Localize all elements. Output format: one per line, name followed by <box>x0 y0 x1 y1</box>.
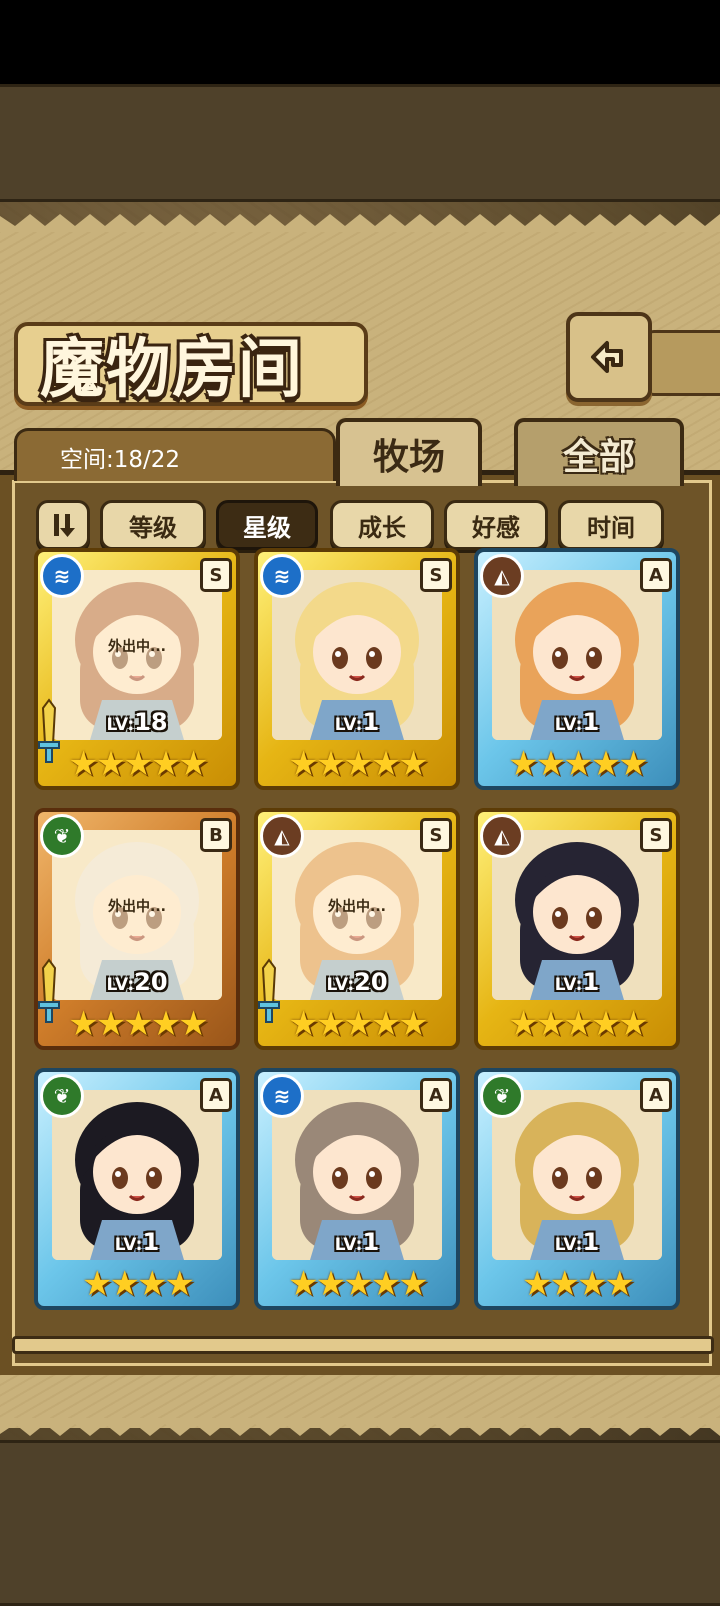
level-label: LV:20 <box>254 968 460 996</box>
zigzag-edge-top <box>0 214 720 232</box>
level-value: 1 <box>362 708 380 736</box>
level-label: LV:1 <box>254 708 460 736</box>
page-title: 魔物房间 <box>40 332 304 407</box>
level-value: 1 <box>582 708 600 736</box>
water-element-icon: ≋ <box>260 1074 304 1118</box>
tab-all[interactable]: 全部 <box>514 418 684 486</box>
water-element-icon: ≋ <box>260 554 304 598</box>
star-rating: ★★★★ <box>82 1264 195 1304</box>
level-prefix: LV: <box>106 975 135 995</box>
status-bar <box>0 0 720 84</box>
level-label: LV:1 <box>34 1228 240 1256</box>
earth-element-icon: ◭ <box>480 814 524 858</box>
star-rating: ★★★★★ <box>508 1004 648 1044</box>
rank-badge: S <box>200 558 232 592</box>
zigzag-edge-bottom <box>0 1418 720 1436</box>
monster-card[interactable]: ◭ S LV:1 ★★★★★ <box>474 808 680 1050</box>
rank-badge: A <box>200 1078 232 1112</box>
away-status-label: 外出中... <box>108 639 166 655</box>
level-label: LV:1 <box>254 1228 460 1256</box>
rank-badge: S <box>640 818 672 852</box>
sort-order-icon <box>54 514 75 537</box>
earth-element-icon: ◭ <box>480 554 524 598</box>
star-rating: ★★★★★ <box>288 1264 428 1304</box>
level-prefix: LV: <box>334 715 363 735</box>
level-value: 1 <box>362 1228 380 1256</box>
leaf-element-icon: ❦ <box>40 814 84 858</box>
level-prefix: LV: <box>326 975 355 995</box>
level-prefix: LV: <box>114 1235 143 1255</box>
level-value: 20 <box>354 968 388 996</box>
level-value: 1 <box>582 968 600 996</box>
rank-badge: S <box>420 558 452 592</box>
level-prefix: LV: <box>554 1235 583 1255</box>
bottom-map-band <box>0 1440 720 1606</box>
sort-affection-button[interactable]: 好感 <box>444 500 548 550</box>
rank-badge: S <box>420 818 452 852</box>
star-rating: ★★★★★ <box>508 744 648 784</box>
sort-star-button[interactable]: 星级 <box>216 500 318 550</box>
star-rating: ★★★★★ <box>288 1004 428 1044</box>
rank-badge: A <box>420 1078 452 1112</box>
earth-element-icon: ◭ <box>260 814 304 858</box>
level-value: 20 <box>134 968 168 996</box>
back-button-rail <box>644 330 720 396</box>
tab-ranch[interactable]: 牧场 <box>336 418 482 486</box>
rank-badge: A <box>640 1078 672 1112</box>
star-rating: ★★★★★ <box>288 744 428 784</box>
sort-level-button[interactable]: 等级 <box>100 500 206 550</box>
top-map-band <box>0 84 720 202</box>
star-rating: ★★★★ <box>522 1264 635 1304</box>
level-prefix: LV: <box>554 975 583 995</box>
level-label: LV:1 <box>474 708 680 736</box>
level-value: 1 <box>142 1228 160 1256</box>
monster-card[interactable]: ≋ S LV:1 ★★★★★ <box>254 548 460 790</box>
rank-badge: B <box>200 818 232 852</box>
monster-card[interactable]: ◭ A LV:1 ★★★★★ <box>474 548 680 790</box>
star-rating: ★★★★★ <box>68 1004 208 1044</box>
level-value: 1 <box>582 1228 600 1256</box>
sort-order-button[interactable] <box>36 500 90 550</box>
rank-badge: A <box>640 558 672 592</box>
return-arrow-icon <box>591 341 623 373</box>
monster-card[interactable]: ❦ A LV:1 ★★★★ <box>34 1068 240 1310</box>
monster-card[interactable]: 外出中... ◭ S LV:20 ★★★★★ <box>254 808 460 1050</box>
star-rating: ★★★★★ <box>68 744 208 784</box>
water-element-icon: ≋ <box>40 554 84 598</box>
panel-bottom-rail <box>12 1336 714 1354</box>
level-label: LV:1 <box>474 968 680 996</box>
sort-time-button[interactable]: 时间 <box>558 500 664 550</box>
capacity-label: 空间:18/22 <box>60 447 181 473</box>
level-label: LV:1 <box>474 1228 680 1256</box>
away-status-label: 外出中... <box>328 899 386 915</box>
away-status-label: 外出中... <box>108 899 166 915</box>
monster-card[interactable]: 外出中... ❦ B LV:20 ★★★★★ <box>34 808 240 1050</box>
sort-growth-button[interactable]: 成长 <box>330 500 434 550</box>
level-prefix: LV: <box>106 715 135 735</box>
leaf-element-icon: ❦ <box>40 1074 84 1118</box>
level-label: LV:20 <box>34 968 240 996</box>
level-prefix: LV: <box>334 1235 363 1255</box>
leaf-element-icon: ❦ <box>480 1074 524 1118</box>
level-value: 18 <box>134 708 168 736</box>
level-prefix: LV: <box>554 715 583 735</box>
monster-card[interactable]: ≋ A LV:1 ★★★★★ <box>254 1068 460 1310</box>
monster-card[interactable]: 外出中... ≋ S LV:18 ★★★★★ <box>34 548 240 790</box>
level-label: LV:18 <box>34 708 240 736</box>
back-button[interactable] <box>566 312 652 402</box>
monster-card[interactable]: ❦ A LV:1 ★★★★ <box>474 1068 680 1310</box>
